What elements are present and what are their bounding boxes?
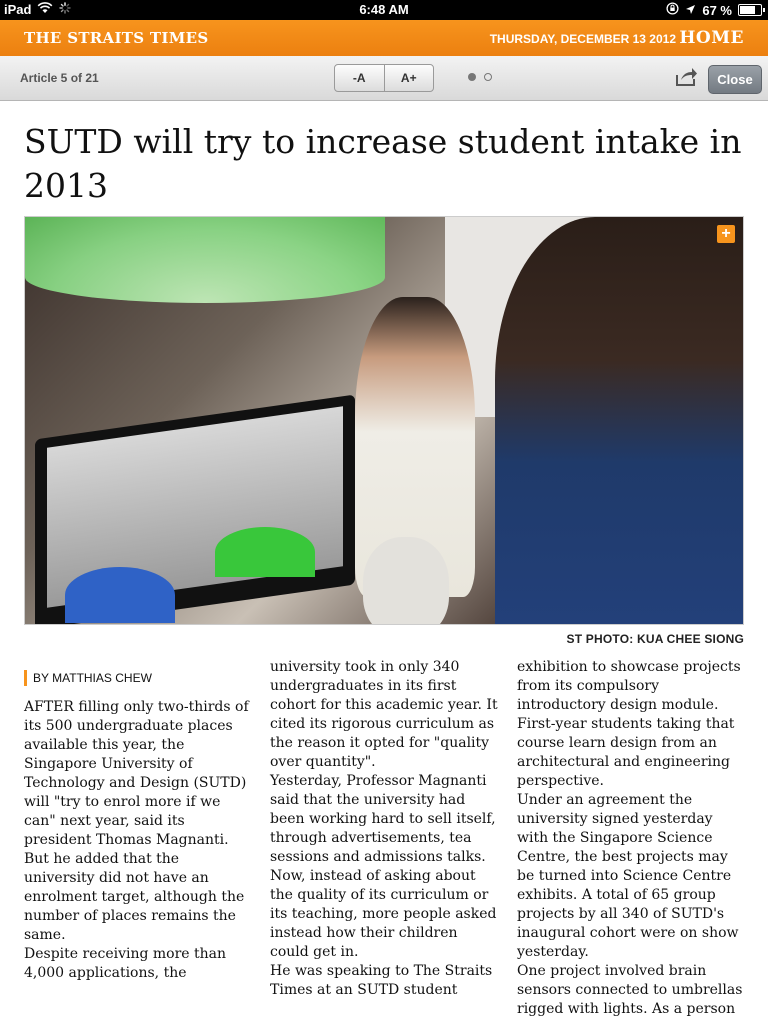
paragraph: He was speaking to The Straits Times at … [270, 963, 493, 998]
edition-date: THURSDAY, DECEMBER 13 2012 [489, 32, 676, 46]
paragraph: Under an agreement the university signed… [517, 792, 739, 960]
status-right: 67 % [666, 2, 765, 18]
paragraph: university took in only 340 undergraduat… [270, 659, 498, 770]
battery-icon [738, 4, 765, 16]
page-indicator[interactable] [468, 73, 492, 81]
photo-student-right [495, 217, 743, 624]
share-icon[interactable] [674, 66, 698, 88]
photo-mannequin-head [363, 537, 449, 624]
photo-small-blue-umbrella [65, 567, 175, 623]
article-counter: Article 5 of 21 [20, 71, 99, 85]
paragraph: But he added that the university did not… [24, 851, 245, 943]
battery-percent: 67 % [702, 2, 732, 18]
orientation-lock-icon [666, 2, 679, 18]
status-bar: iPad 6:48 AM 67 % [0, 0, 768, 20]
paragraph: exhibition to showcase projects from its… [517, 659, 741, 789]
article-column-3: exhibition to showcase projects from its… [517, 658, 747, 1019]
status-time: 6:48 AM [359, 2, 409, 17]
paragraph: Now, instead of asking about the quality… [270, 868, 497, 960]
page-dot-inactive[interactable] [484, 73, 492, 81]
paragraph: Yesterday, Professor Magnanti said that … [270, 773, 496, 865]
article-toolbar: Article 5 of 21 -A A+ Close [0, 56, 768, 101]
article-photo[interactable]: + [24, 216, 744, 625]
masthead-logo: THE STRAITS TIMES [24, 29, 209, 47]
paragraph: One project involved brain sensors conne… [517, 963, 743, 1017]
byline: BY MATTHIAS CHEW [24, 670, 152, 686]
photo-small-green-umbrella [215, 527, 315, 577]
battery-level [740, 6, 755, 14]
expand-plus-icon[interactable]: + [717, 225, 735, 243]
article-column-1: AFTER filling only two-thirds of its 500… [24, 698, 254, 983]
photo-green-umbrella [25, 217, 385, 303]
article-column-2: university took in only 340 undergraduat… [270, 658, 500, 1000]
location-arrow-icon [685, 3, 696, 18]
paragraph: Despite receiving more than 4,000 applic… [24, 946, 227, 981]
close-button[interactable]: Close [708, 65, 762, 94]
banner: THE STRAITS TIMES THURSDAY, DECEMBER 13 … [0, 20, 768, 56]
article-headline: SUTD will try to increase student intake… [24, 122, 742, 205]
home-link[interactable]: HOME [679, 28, 744, 48]
font-smaller-button[interactable]: -A [335, 65, 384, 91]
photo-credit: ST PHOTO: KUA CHEE SIONG [566, 632, 744, 646]
page-dot-active[interactable] [468, 73, 476, 81]
paragraph: AFTER filling only two-thirds of its 500… [24, 699, 249, 848]
font-size-control: -A A+ [334, 64, 434, 92]
font-larger-button[interactable]: A+ [383, 65, 434, 91]
